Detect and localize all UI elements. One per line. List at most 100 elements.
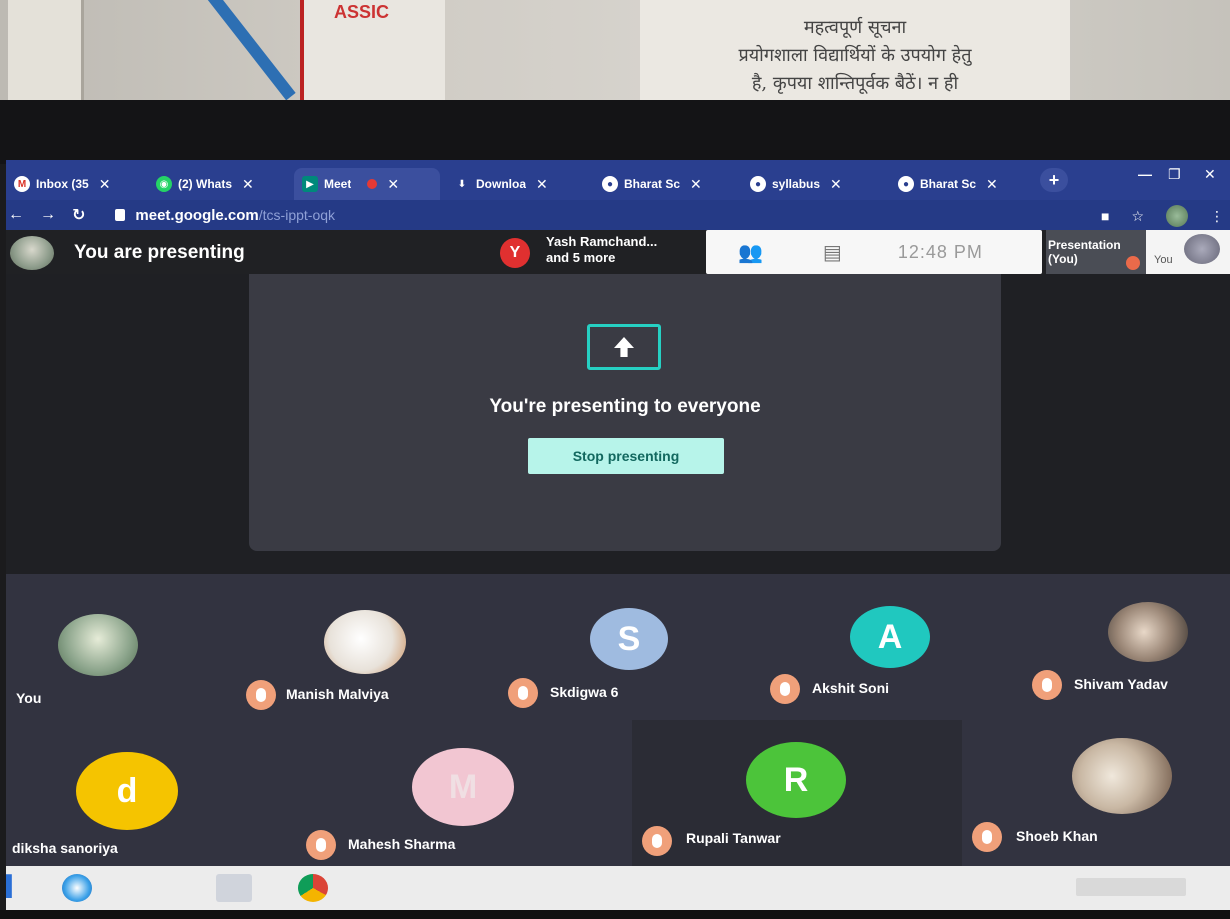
participant-name: Rupali Tanwar [686, 830, 781, 846]
participant-tile[interactable]: Manish Malviya [246, 574, 496, 720]
reload-icon[interactable]: ↻ [72, 205, 85, 225]
participant-grid: You Manish Malviya S Skdigwa 6 A Akshit … [6, 574, 1230, 866]
browser-tab-strip: M Inbox (35 ✕ ◉ (2) Whats ✕ ▶ Meet ✕ ⬇ D… [6, 160, 1230, 200]
system-tray[interactable] [1076, 878, 1186, 896]
meet-header: You are presenting Y Yash Ramchand... an… [6, 230, 1230, 274]
notice-line: प्रयोगशाला विद्यार्थियों के उपयोग हेतु [738, 45, 972, 66]
self-view-label: You [1154, 254, 1173, 266]
forward-icon[interactable]: → [40, 206, 56, 224]
meeting-info-panel: 👥 ▤ 12:48 PM [706, 230, 1042, 274]
tab-label: Bharat Sc [624, 177, 681, 191]
tab-label: Inbox (35 [36, 177, 89, 191]
close-icon[interactable]: ✕ [830, 176, 842, 193]
tab-label: (2) Whats [178, 177, 232, 191]
menu-kebab-icon[interactable]: ⋮ [1210, 208, 1224, 225]
mic-off-icon [770, 674, 800, 704]
participant-tile[interactable]: d diksha sanoriya [6, 720, 246, 866]
tab-downloads[interactable]: ⬇ Downloa ✕ [446, 168, 588, 200]
tab-label: syllabus [772, 177, 821, 191]
back-icon[interactable]: ← [8, 206, 24, 224]
new-tab-button[interactable]: + [1040, 168, 1068, 192]
mic-off-icon [1126, 256, 1140, 270]
participants-summary[interactable]: Yash Ramchand... and 5 more [546, 234, 657, 266]
lock-icon [115, 209, 126, 221]
participants-line2: and 5 more [546, 250, 616, 265]
start-icon[interactable]: ▍ [6, 874, 36, 902]
chat-icon[interactable]: ▤ [823, 240, 842, 265]
tab-whatsapp[interactable]: ◉ (2) Whats ✕ [148, 168, 288, 200]
close-icon[interactable]: ✕ [536, 176, 548, 193]
restore-icon[interactable]: ❐ [1168, 166, 1181, 183]
wall-poster: ASSIC [300, 0, 445, 100]
present-screen-icon [587, 324, 661, 370]
bookmark-star-icon[interactable]: ☆ [1131, 208, 1144, 225]
participant-tile[interactable]: Shivam Yadav [1026, 574, 1230, 720]
my-avatar [10, 236, 54, 270]
tab-label: Meet [324, 177, 352, 191]
close-window-icon[interactable]: ✕ [1204, 166, 1216, 183]
participants-line1: Yash Ramchand... [546, 234, 658, 249]
profile-avatar[interactable] [1166, 205, 1188, 227]
tab-syllabus[interactable]: ● syllabus ✕ [742, 168, 884, 200]
presentation-tile[interactable]: Presentation (You) [1046, 230, 1146, 274]
presentation-tile-label: Presentation [1048, 238, 1121, 252]
participant-letter-avatar: R [746, 742, 846, 818]
participant-name: Shoeb Khan [1016, 828, 1098, 844]
participant-tile[interactable]: S Skdigwa 6 [506, 574, 756, 720]
stop-presenting-button[interactable]: Stop presenting [528, 438, 724, 474]
meet-icon: ▶ [302, 176, 318, 192]
close-icon[interactable]: ✕ [986, 176, 998, 193]
close-icon[interactable]: ✕ [690, 176, 702, 193]
presentation-stage: You're presenting to everyone Stop prese… [6, 274, 1230, 574]
close-icon[interactable]: ✕ [387, 176, 399, 193]
mic-off-icon [642, 826, 672, 856]
close-icon[interactable]: ✕ [99, 176, 111, 193]
participant-letter-avatar: A [850, 606, 930, 668]
tab-bharat-2[interactable]: ● Bharat Sc ✕ [890, 168, 1032, 200]
participant-name: You [16, 690, 42, 706]
participant-name: diksha sanoriya [12, 840, 118, 856]
close-icon[interactable]: ✕ [242, 176, 254, 193]
tab-label: Downloa [476, 177, 526, 191]
participant-name: Akshit Soni [812, 680, 890, 696]
participant-avatar[interactable]: Y [500, 238, 530, 268]
mic-off-icon [1032, 670, 1062, 700]
notice-line: महत्वपूर्ण सूचना [803, 17, 907, 38]
gmail-icon: M [14, 176, 30, 192]
chrome-icon: ● [602, 176, 618, 192]
notice-line: है, कृपया शान्तिपूर्वक बैठें। न ही [751, 73, 959, 94]
url-host[interactable]: meet.google.com [135, 207, 258, 224]
participant-tile[interactable]: R Rupali Tanwar [632, 720, 962, 866]
self-view-tile[interactable]: You [1146, 230, 1230, 274]
participant-tile[interactable]: A Akshit Soni [766, 574, 1016, 720]
participant-name: Manish Malviya [286, 686, 389, 702]
chrome-icon: ● [898, 176, 914, 192]
tab-bharat-1[interactable]: ● Bharat Sc ✕ [594, 168, 736, 200]
tab-meet[interactable]: ▶ Meet ✕ [294, 168, 440, 200]
tab-inbox[interactable]: M Inbox (35 ✕ [6, 168, 142, 200]
camera-icon[interactable]: ■ [1101, 208, 1109, 224]
url-path[interactable]: /tcs-ippt-oqk [259, 207, 335, 223]
self-avatar [1184, 234, 1220, 264]
minimize-icon[interactable]: — [1138, 166, 1152, 182]
participant-tile-you[interactable]: You [6, 574, 246, 720]
participant-letter-avatar: S [590, 608, 668, 670]
photo-frame: ASSIC महत्वपूर्ण सूचना प्रयोगशाला विद्या… [0, 0, 1230, 919]
chrome-taskbar-icon[interactable] [298, 874, 328, 902]
mic-off-icon [306, 830, 336, 860]
participant-tile[interactable]: Shoeb Khan [966, 720, 1230, 866]
participant-letter-avatar: d [76, 752, 178, 830]
participant-letter-avatar: M [412, 748, 514, 826]
presenting-title: You are presenting [74, 242, 245, 263]
wall-frame [8, 0, 84, 104]
wall-notice: महत्वपूर्ण सूचना प्रयोगशाला विद्यार्थियो… [640, 0, 1070, 102]
participant-photo [324, 610, 406, 674]
participant-tile[interactable]: M Mahesh Sharma [246, 720, 514, 866]
upload-arrow-icon [614, 337, 634, 357]
whatsapp-icon: ◉ [156, 176, 172, 192]
internet-explorer-icon[interactable] [62, 874, 92, 902]
file-explorer-icon[interactable] [216, 874, 252, 902]
presenting-card: You're presenting to everyone Stop prese… [249, 274, 1001, 551]
people-icon[interactable]: 👥 [738, 240, 763, 265]
participant-photo [1108, 602, 1188, 662]
